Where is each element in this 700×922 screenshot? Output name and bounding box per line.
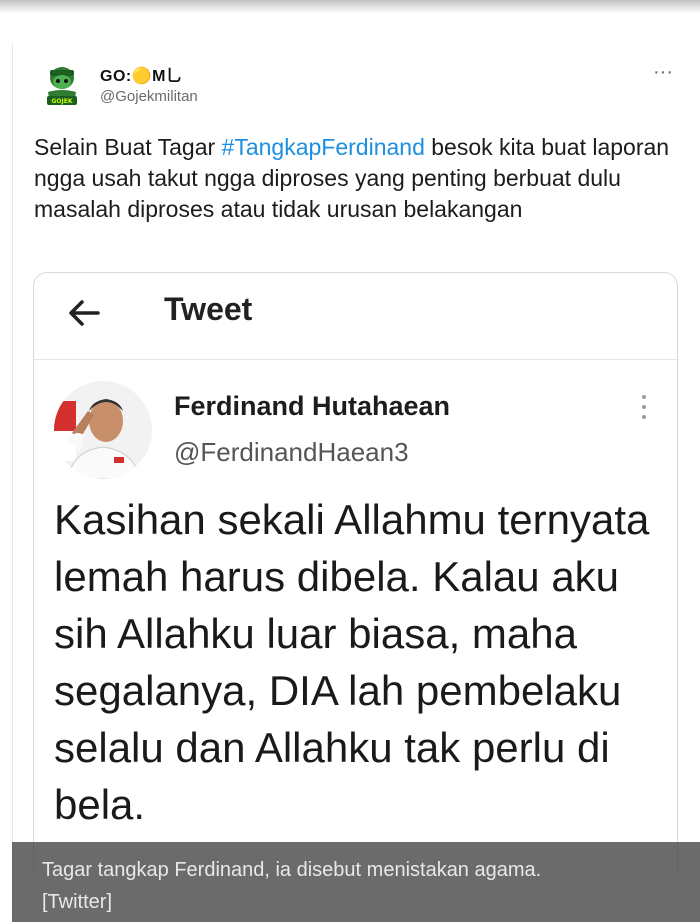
tweet-body: Selain Buat Tagar #TangkapFerdinand beso… bbox=[34, 132, 674, 225]
tweet-display-name[interactable]: GO:🟡M乚 bbox=[100, 62, 182, 86]
user-avatar[interactable]: GOJEK bbox=[38, 62, 86, 110]
gojek-logo-icon: GOJEK bbox=[47, 67, 77, 105]
author-name: Ferdinand Hutahaean bbox=[174, 391, 451, 421]
embedded-header: Tweet bbox=[34, 273, 677, 360]
embedded-title: Tweet bbox=[164, 291, 253, 327]
embedded-tweet-image[interactable]: Tweet Ferdinand Hutahaean @FerdinandHaea… bbox=[33, 272, 678, 873]
hashtag-link[interactable]: #TangkapFerdinand bbox=[222, 134, 425, 160]
person-saluting-icon bbox=[54, 381, 152, 479]
author-avatar bbox=[54, 381, 152, 479]
caption-line-2: [Twitter] bbox=[42, 891, 113, 913]
tweet-text-start: Selain Buat Tagar bbox=[34, 134, 222, 160]
more-vertical-icon bbox=[634, 395, 654, 429]
more-horizontal-icon[interactable]: ··· bbox=[646, 62, 680, 86]
top-divider bbox=[0, 0, 700, 14]
arrow-left-icon bbox=[69, 300, 100, 326]
tweet-handle[interactable]: @Gojekmilitan bbox=[100, 88, 198, 105]
embedded-tweet-text: Kasihan sekali Allahmu ternyata lemah ha… bbox=[54, 496, 650, 828]
caption-line-1: Tagar tangkap Ferdinand, ia disebut meni… bbox=[42, 859, 542, 881]
svg-text:GOJEK: GOJEK bbox=[51, 98, 72, 105]
author-handle: @FerdinandHaean3 bbox=[174, 437, 409, 467]
image-caption: Tagar tangkap Ferdinand, ia disebut meni… bbox=[12, 842, 700, 922]
